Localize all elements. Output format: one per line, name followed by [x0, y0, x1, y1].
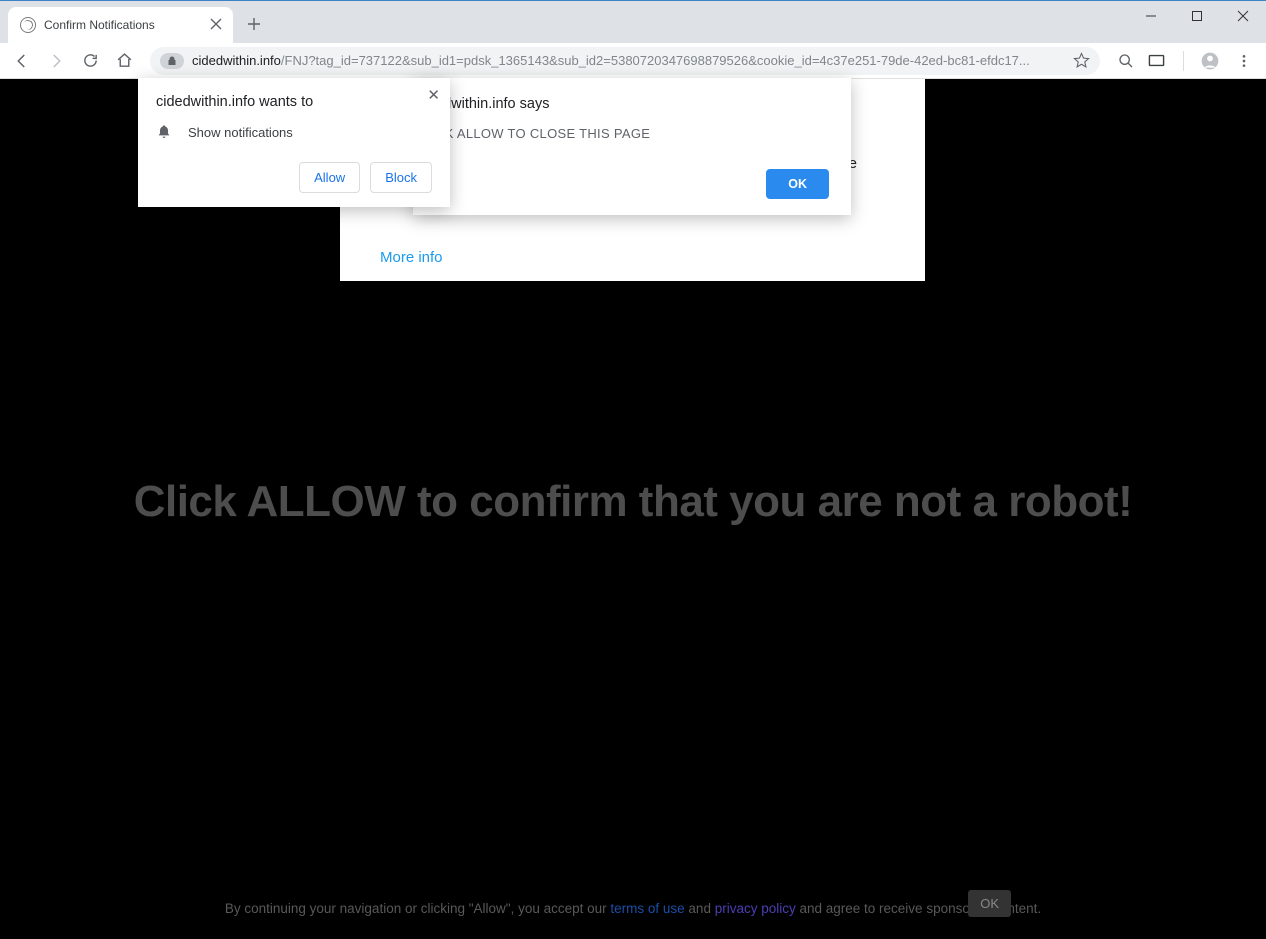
zoom-icon[interactable]: [1118, 53, 1134, 69]
permission-text: Show notifications: [188, 125, 293, 140]
page-footer: By continuing your navigation or clickin…: [0, 899, 1266, 919]
terms-link[interactable]: terms of use: [610, 901, 684, 916]
privacy-link[interactable]: privacy policy: [715, 901, 796, 916]
globe-icon: [20, 17, 36, 33]
menu-icon[interactable]: [1230, 47, 1258, 75]
bell-icon: [156, 124, 172, 140]
toolbar-separator: [1183, 51, 1184, 71]
address-bar[interactable]: cidedwithin.info/FNJ?tag_id=737122&sub_i…: [150, 47, 1100, 75]
tab-title: Confirm Notifications: [44, 18, 155, 32]
block-button[interactable]: Block: [370, 162, 432, 193]
alert-title: edwithin.info says: [435, 96, 829, 112]
footer-text-1: By continuing your navigation or clickin…: [225, 901, 611, 916]
footer-and: and: [685, 901, 715, 916]
bookmark-star-icon[interactable]: [1073, 52, 1090, 69]
window-controls: [1128, 1, 1266, 31]
maximize-button[interactable]: [1174, 1, 1220, 31]
page-headline: Click ALLOW to confirm that you are not …: [0, 477, 1266, 527]
close-icon[interactable]: ✕: [427, 86, 440, 104]
lock-icon[interactable]: [160, 53, 184, 69]
browser-tab[interactable]: Confirm Notifications: [8, 7, 233, 43]
alert-message: CK ALLOW TO CLOSE THIS PAGE: [435, 126, 829, 141]
reload-button[interactable]: [76, 47, 104, 75]
cast-icon[interactable]: [1148, 54, 1165, 67]
home-button[interactable]: [110, 47, 138, 75]
notification-permission-popup: ✕ cidedwithin.info wants to Show notific…: [138, 78, 450, 207]
profile-icon[interactable]: [1196, 47, 1224, 75]
alert-ok-button[interactable]: OK: [766, 169, 829, 199]
extension-icons: [1112, 53, 1171, 69]
close-tab-icon[interactable]: [209, 17, 223, 31]
new-tab-button[interactable]: [243, 13, 265, 35]
footer-ok-button[interactable]: OK: [968, 890, 1011, 917]
titlebar: Confirm Notifications: [0, 1, 1266, 43]
close-window-button[interactable]: [1220, 1, 1266, 31]
allow-button[interactable]: Allow: [299, 162, 360, 193]
javascript-alert: edwithin.info says CK ALLOW TO CLOSE THI…: [413, 78, 851, 215]
permission-title: cidedwithin.info wants to: [156, 94, 432, 110]
forward-button[interactable]: [42, 47, 70, 75]
back-button[interactable]: [8, 47, 36, 75]
more-info-link[interactable]: More info: [380, 249, 443, 266]
url-text: cidedwithin.info/FNJ?tag_id=737122&sub_i…: [192, 53, 1065, 68]
browser-toolbar: cidedwithin.info/FNJ?tag_id=737122&sub_i…: [0, 43, 1266, 79]
minimize-button[interactable]: [1128, 1, 1174, 31]
